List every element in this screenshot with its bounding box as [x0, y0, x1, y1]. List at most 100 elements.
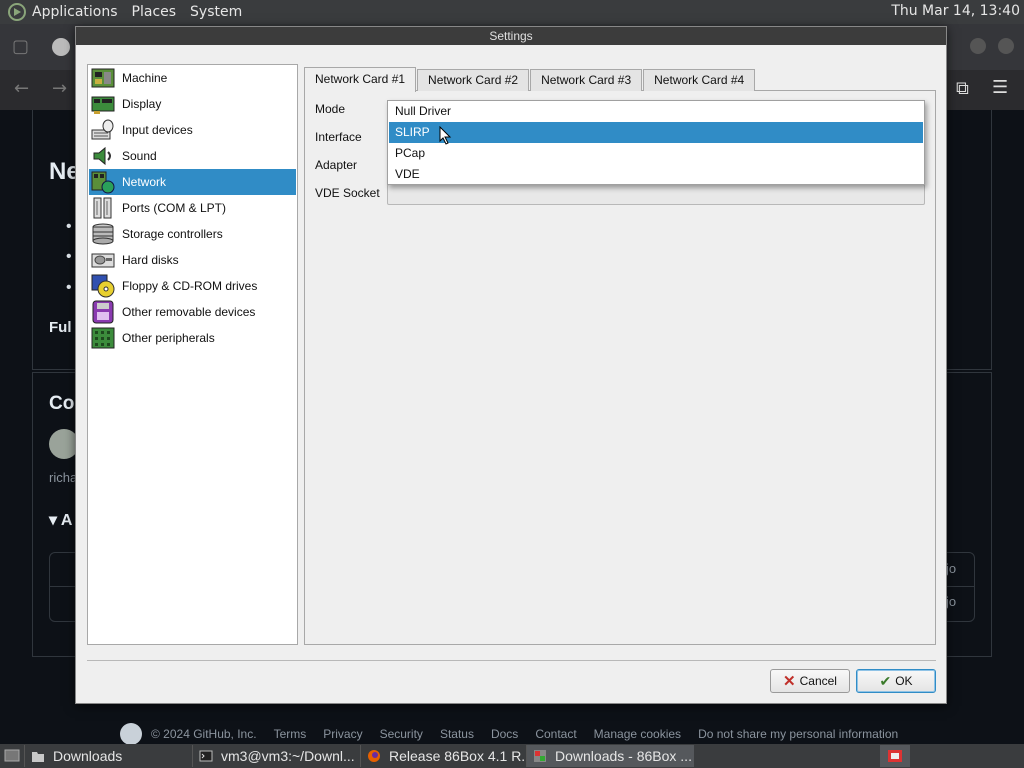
- taskbar-item-86box[interactable]: Downloads - 86Box ...: [526, 745, 694, 767]
- sidebar-item-label: Input devices: [122, 123, 193, 137]
- sidebar-item-removable-devices[interactable]: Other removable devices: [89, 299, 296, 325]
- taskbar: Downloads vm3@vm3:~/Downl... Release 86B…: [0, 744, 1024, 768]
- window-button-icon[interactable]: [970, 38, 986, 54]
- github-footer: © 2024 GitHub, Inc. Terms Privacy Securi…: [120, 723, 898, 745]
- assets-heading[interactable]: ▾ A: [49, 510, 72, 530]
- removable-devices-icon: [91, 300, 115, 324]
- back-arrow-icon[interactable]: ←: [14, 78, 29, 99]
- machine-icon: [91, 66, 115, 90]
- distro-logo-icon[interactable]: [8, 3, 26, 21]
- show-desktop-icon[interactable]: [0, 745, 24, 767]
- tab-network-card-1[interactable]: Network Card #1: [304, 67, 417, 92]
- firefox-icon: [368, 750, 380, 762]
- asset-date: jo: [946, 594, 957, 609]
- network-card-tabs: Network Card #1 Network Card #2 Network …: [304, 67, 756, 92]
- mode-label: Mode: [315, 102, 346, 116]
- sidebar-item-sound[interactable]: Sound: [89, 143, 296, 169]
- footer-link-docs[interactable]: Docs: [491, 727, 518, 741]
- sound-icon: [91, 144, 115, 168]
- taskbar-item-terminal[interactable]: vm3@vm3:~/Downl...: [192, 745, 360, 767]
- taskbar-item-downloads[interactable]: Downloads: [24, 745, 192, 767]
- sidebar-item-label: Other peripherals: [122, 331, 215, 345]
- sidebar-item-label: Sound: [122, 149, 157, 163]
- sidebar-item-label: Display: [122, 97, 162, 111]
- floppy-cdrom-icon: [91, 274, 115, 298]
- github-tab-icon: [52, 38, 70, 56]
- bullet: •: [66, 279, 72, 296]
- dialog-title[interactable]: Settings: [76, 27, 946, 45]
- cancel-x-icon: ✕: [783, 673, 796, 690]
- asset-date: jo: [946, 561, 957, 576]
- 86box-tray-icon: [888, 750, 902, 762]
- top-panel: Applications Places System Thu Mar 14, 1…: [0, 0, 1024, 24]
- menu-applications[interactable]: Applications: [32, 4, 118, 20]
- mode-option-null-driver[interactable]: Null Driver: [389, 101, 923, 122]
- footer-link-security[interactable]: Security: [380, 727, 423, 741]
- contributors-heading: Co: [49, 393, 75, 414]
- input-devices-icon: [91, 118, 115, 142]
- mouse-cursor-icon: [439, 126, 452, 145]
- sidebar-item-label: Machine: [122, 71, 168, 85]
- sidebar-item-label: Storage controllers: [122, 227, 223, 241]
- storage-controllers-icon: [91, 222, 115, 246]
- footer-link-terms[interactable]: Terms: [274, 727, 307, 741]
- settings-dialog: Settings Machine Display Input devices S…: [75, 26, 947, 704]
- 86box-icon: [534, 750, 546, 762]
- taskbar-item-label: Downloads: [53, 748, 123, 764]
- sidebar-item-network[interactable]: Network: [89, 169, 296, 195]
- footer-link-contact[interactable]: Contact: [535, 727, 576, 741]
- contributor-name[interactable]: richa: [49, 470, 77, 485]
- terminal-icon: [199, 750, 213, 762]
- workspace-switcher[interactable]: [880, 745, 910, 767]
- ok-button-label: OK: [895, 674, 913, 688]
- clock[interactable]: Thu Mar 14, 13:40: [891, 3, 1020, 19]
- assets-heading-text: A: [60, 512, 73, 529]
- footer-copyright: © 2024 GitHub, Inc.: [151, 727, 257, 741]
- network-icon: [91, 170, 115, 194]
- footer-link-privacy[interactable]: Privacy: [323, 727, 362, 741]
- mode-dropdown-list: Null Driver SLIRP PCap VDE: [387, 100, 925, 185]
- interface-label: Interface: [315, 130, 362, 144]
- cancel-button[interactable]: ✕ Cancel: [770, 669, 850, 693]
- ports-icon: [91, 196, 115, 220]
- cancel-button-label: Cancel: [799, 674, 837, 688]
- sidebar-item-display[interactable]: Display: [89, 91, 296, 117]
- forward-arrow-icon[interactable]: →: [52, 78, 67, 99]
- taskbar-item-firefox[interactable]: Release 86Box 4.1 R...: [360, 745, 526, 767]
- menu-system[interactable]: System: [190, 4, 242, 20]
- sidebar-item-input-devices[interactable]: Input devices: [89, 117, 296, 143]
- sidebar-item-ports[interactable]: Ports (COM & LPT): [89, 195, 296, 221]
- browser-tab-icon: ▢: [12, 36, 30, 57]
- footer-link-cookies[interactable]: Manage cookies: [594, 727, 681, 741]
- peripherals-icon: [91, 326, 115, 350]
- menu-icon[interactable]: ☰: [992, 77, 1008, 98]
- mode-option-vde[interactable]: VDE: [389, 164, 923, 185]
- footer-link-do-not-share[interactable]: Do not share my personal information: [698, 727, 898, 741]
- sidebar-item-floppy-cdrom[interactable]: Floppy & CD-ROM drives: [89, 273, 296, 299]
- sidebar-item-machine[interactable]: Machine: [89, 65, 296, 91]
- full-changelog-link[interactable]: Ful: [49, 319, 72, 336]
- taskbar-item-label: Release 86Box 4.1 R...: [389, 748, 526, 764]
- footer-link-status[interactable]: Status: [440, 727, 474, 741]
- menu-places[interactable]: Places: [132, 4, 177, 20]
- sidebar-item-label: Ports (COM & LPT): [122, 201, 227, 215]
- taskbar-item-label: vm3@vm3:~/Downl...: [221, 748, 355, 764]
- window-button-icon[interactable]: [998, 38, 1014, 54]
- tab-network-card-2[interactable]: Network Card #2: [417, 69, 530, 91]
- sidebar-item-storage-controllers[interactable]: Storage controllers: [89, 221, 296, 247]
- mode-option-slirp[interactable]: SLIRP: [389, 122, 923, 143]
- sidebar-item-label: Network: [122, 175, 167, 189]
- sidebar-item-other-peripherals[interactable]: Other peripherals: [89, 325, 296, 351]
- folder-icon: [32, 752, 44, 762]
- tab-network-card-3[interactable]: Network Card #3: [530, 69, 643, 91]
- sidebar-item-hard-disks[interactable]: Hard disks: [89, 247, 296, 273]
- vde-socket-input[interactable]: [387, 184, 925, 205]
- mode-option-pcap[interactable]: PCap: [389, 143, 923, 164]
- hard-disk-icon: [91, 248, 115, 272]
- display-icon: [91, 92, 115, 116]
- github-logo-icon[interactable]: [120, 723, 142, 745]
- extensions-icon[interactable]: ⧉: [956, 78, 969, 99]
- tab-network-card-4[interactable]: Network Card #4: [643, 69, 756, 91]
- ok-button[interactable]: ✔ OK: [856, 669, 936, 693]
- bullet: •: [66, 248, 72, 265]
